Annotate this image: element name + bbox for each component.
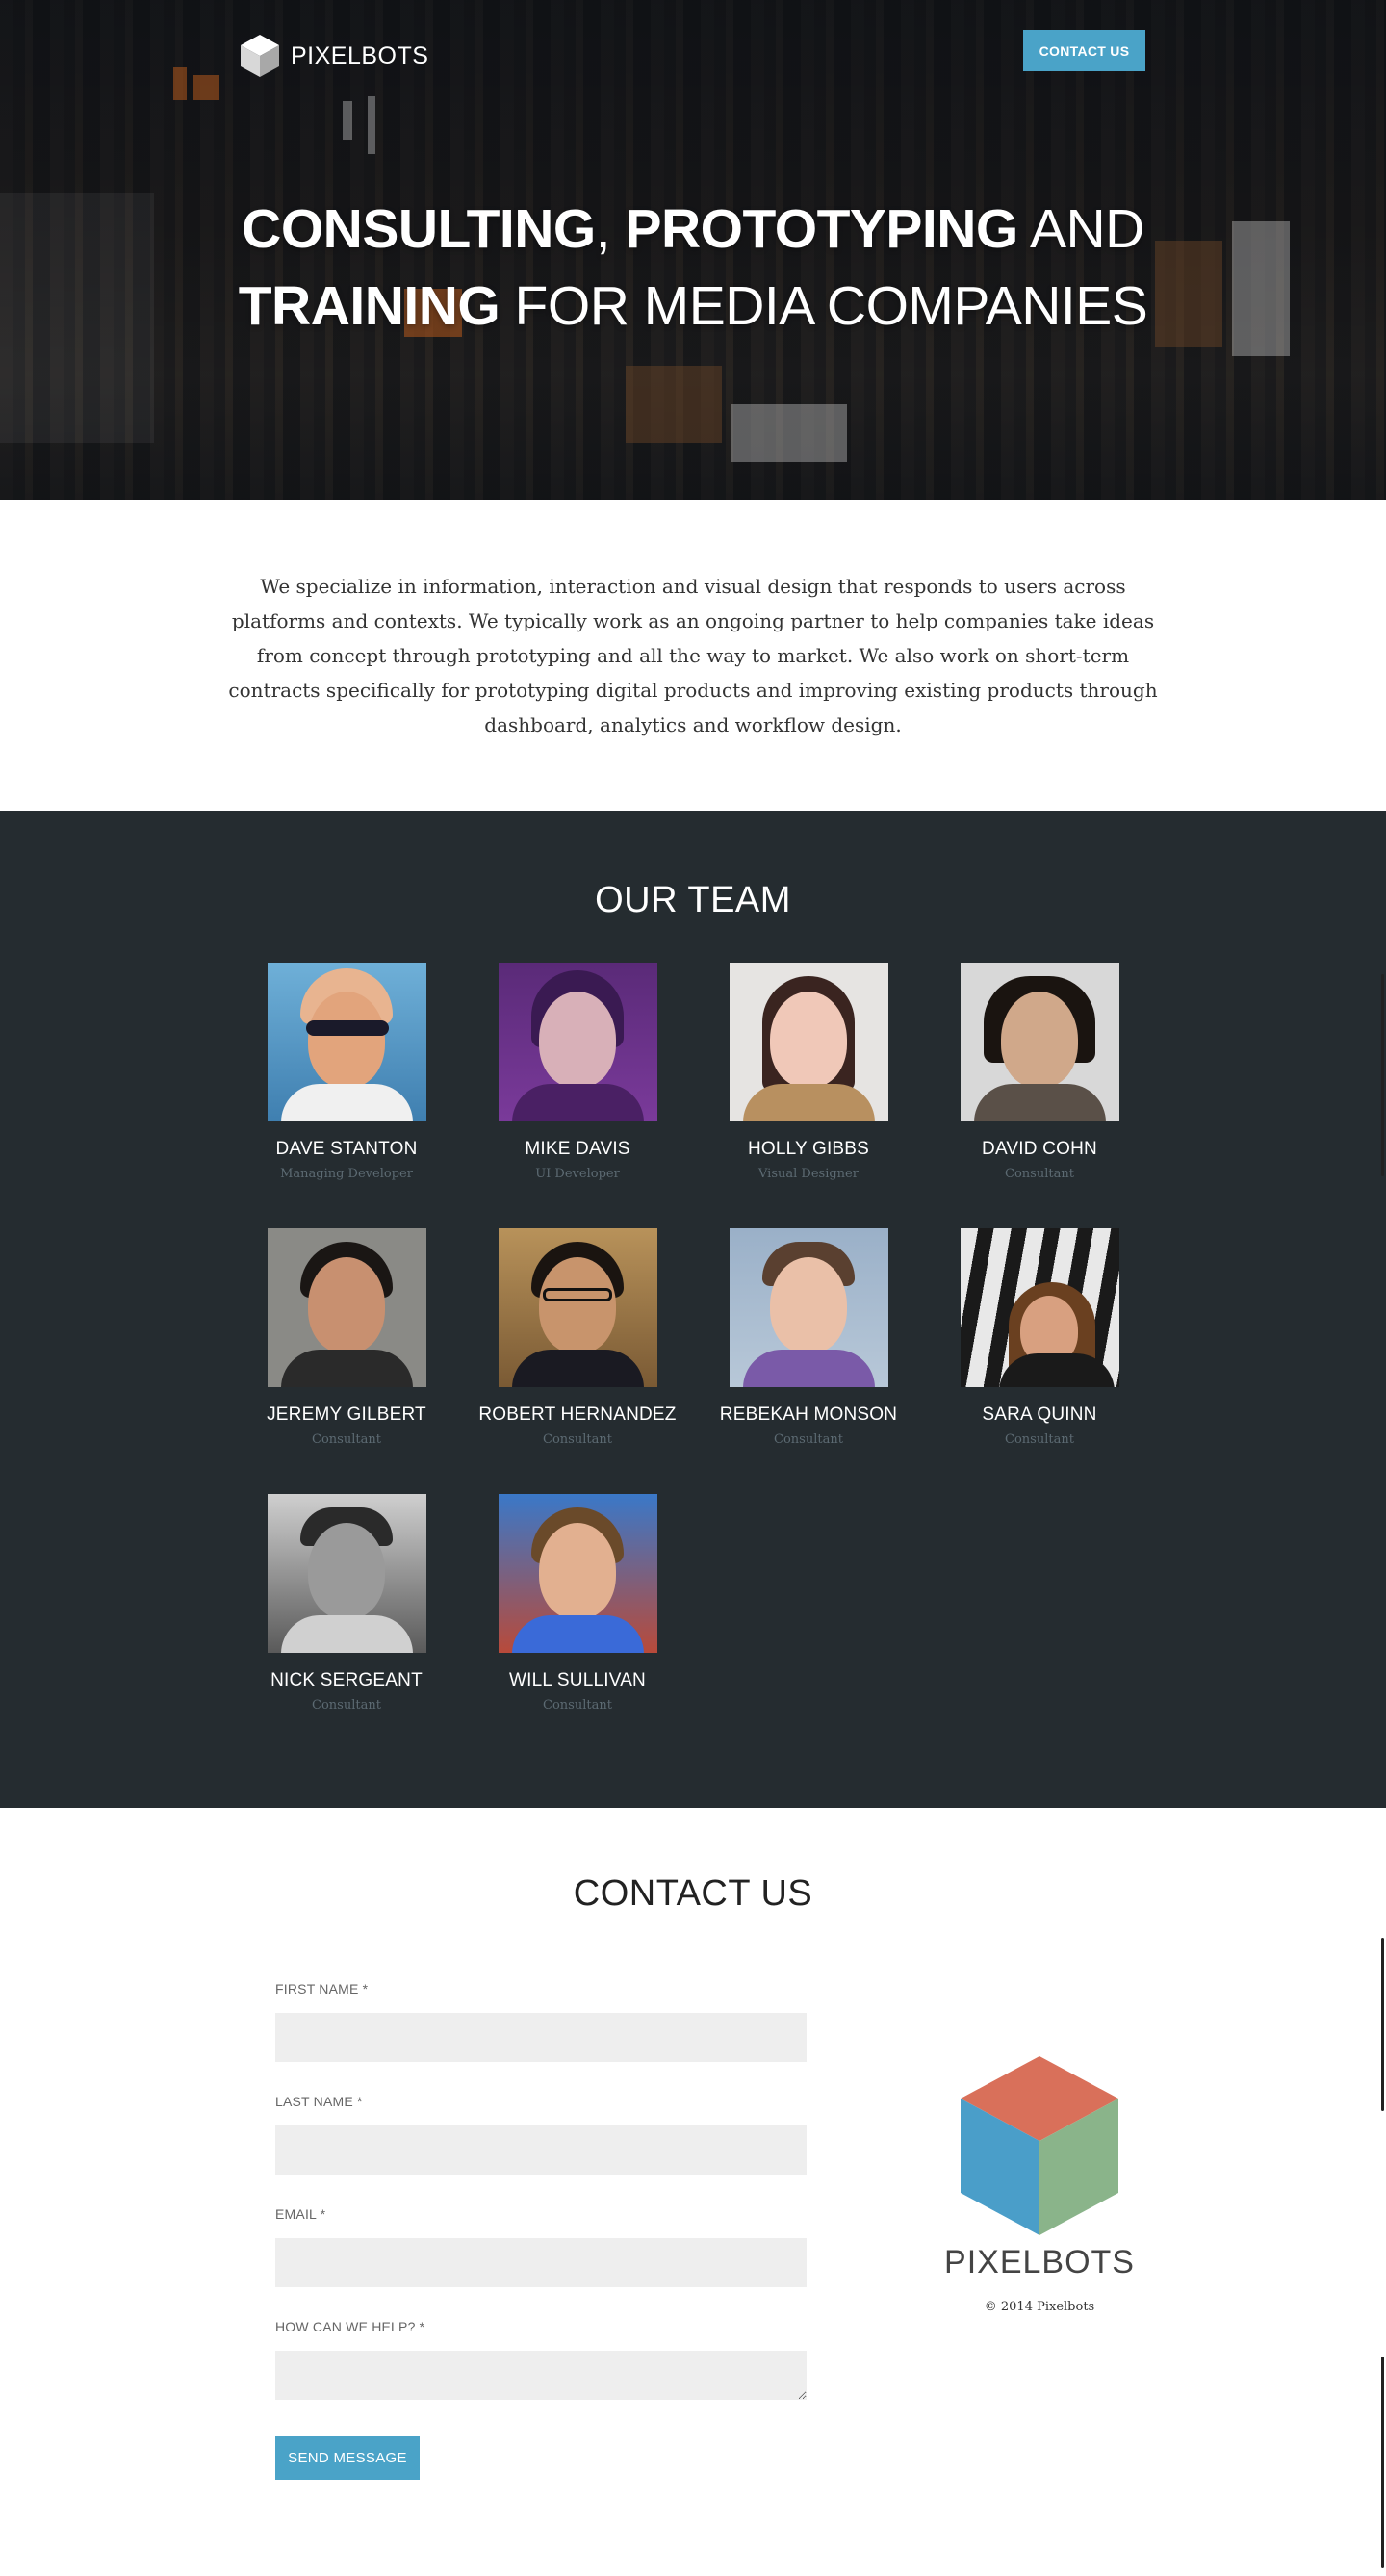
member-photo [267, 1228, 426, 1387]
email-field[interactable] [275, 2238, 807, 2287]
member-role: Consultant [774, 1432, 843, 1447]
hero-word: , [595, 198, 626, 260]
hero-word: FOR MEDIA COMPANIES [500, 275, 1148, 337]
member-photo [729, 963, 888, 1121]
send-message-button[interactable]: SEND MESSAGE [275, 2436, 420, 2480]
member-role: Managing Developer [280, 1167, 413, 1181]
first-name-label: FIRST NAME * [275, 1981, 369, 1996]
member-name: REBEKAH MONSON [719, 1404, 898, 1425]
header-logo[interactable]: PIXELBOTS [239, 33, 428, 79]
hero-word: PROTOTYPING [625, 198, 1018, 260]
team-member: NICK SERGEANT Consultant [231, 1494, 462, 1713]
member-photo [960, 1228, 1119, 1387]
hero-pixel [368, 96, 375, 154]
team-member: REBEKAH MONSON Consultant [693, 1228, 924, 1447]
first-name-field[interactable] [275, 2013, 807, 2062]
hero-title-line-2: TRAINING FOR MEDIA COMPANIES [239, 275, 1148, 337]
hero-word: CONSULTING [242, 198, 596, 260]
hero-pixel [192, 75, 219, 100]
help-textarea[interactable] [275, 2351, 807, 2400]
member-role: Visual Designer [758, 1167, 859, 1181]
member-photo [498, 1228, 657, 1387]
member-name: ROBERT HERNANDEZ [478, 1404, 677, 1425]
hero-pixel [732, 404, 847, 462]
copyright-text: © 2014 Pixelbots [984, 2300, 1095, 2314]
hero-pixel [626, 366, 722, 443]
contact-title: CONTACT US [573, 1873, 813, 1914]
pixelbots-cube-logo-icon [961, 2056, 1118, 2235]
member-role: Consultant [543, 1698, 612, 1713]
hero-word: AND [1017, 198, 1144, 260]
member-role: Consultant [1005, 1432, 1074, 1447]
member-role: Consultant [1005, 1167, 1074, 1181]
team-member: JEREMY GILBERT Consultant [231, 1228, 462, 1447]
member-name: DAVID COHN [982, 1139, 1097, 1159]
member-name: MIKE DAVIS [525, 1139, 630, 1159]
member-photo [960, 963, 1119, 1121]
member-role: Consultant [543, 1432, 612, 1447]
member-photo [729, 1228, 888, 1387]
team-title: OUR TEAM [595, 880, 791, 920]
member-photo [267, 963, 426, 1121]
member-photo [498, 1494, 657, 1653]
hero-word: TRAINING [238, 275, 500, 337]
member-name: NICK SERGEANT [270, 1670, 423, 1690]
member-role: UI Developer [535, 1167, 620, 1181]
member-photo [267, 1494, 426, 1653]
member-role: Consultant [312, 1698, 381, 1713]
member-name: SARA QUINN [982, 1404, 1097, 1425]
scrollbar-thumb[interactable] [1381, 1938, 1384, 2111]
hero-title: CONSULTING, PROTOTYPING AND TRAINING FOR… [0, 191, 1386, 345]
cube-logo-icon [241, 35, 279, 77]
intro-section: We specialize in information, interactio… [0, 500, 1386, 811]
member-name: HOLLY GIBBS [747, 1139, 870, 1159]
hero-section: PIXELBOTS CONTACT US CONSULTING, PROTOTY… [0, 0, 1386, 500]
contact-section: CONTACT US FIRST NAME * LAST NAME * EMAI… [0, 1808, 1386, 2576]
intro-text: We specialize in information, interactio… [228, 574, 1158, 736]
brand-name: PIXELBOTS [291, 41, 429, 69]
contact-us-button[interactable]: CONTACT US [1023, 30, 1145, 71]
team-member: HOLLY GIBBS Visual Designer [693, 963, 924, 1181]
last-name-field[interactable] [275, 2125, 807, 2175]
scrollbar-thumb[interactable] [1381, 974, 1384, 1176]
team-member: DAVE STANTON Managing Developer [231, 963, 462, 1181]
member-name: WILL SULLIVAN [509, 1670, 646, 1690]
team-member: SARA QUINN Consultant [924, 1228, 1155, 1447]
help-label: HOW CAN WE HELP? * [275, 2319, 425, 2334]
team-member: MIKE DAVIS UI Developer [462, 963, 693, 1181]
email-label: EMAIL * [275, 2206, 326, 2222]
hero-pixel [343, 101, 352, 140]
team-member: DAVID COHN Consultant [924, 963, 1155, 1181]
member-photo [498, 963, 657, 1121]
member-role: Consultant [312, 1432, 381, 1447]
scrollbar-thumb[interactable] [1381, 2357, 1384, 2568]
hero-title-line-1: CONSULTING, PROTOTYPING AND [242, 198, 1144, 260]
last-name-label: LAST NAME * [275, 2094, 363, 2109]
team-member: WILL SULLIVAN Consultant [462, 1494, 693, 1713]
footer-brand-name: PIXELBOTS [944, 2244, 1135, 2280]
member-name: JEREMY GILBERT [267, 1404, 426, 1425]
member-name: DAVE STANTON [275, 1139, 418, 1159]
team-section: OUR TEAM DAVE STANTON Managing Developer… [0, 811, 1386, 1808]
hero-pixel [173, 67, 187, 100]
team-member: ROBERT HERNANDEZ Consultant [462, 1228, 693, 1447]
